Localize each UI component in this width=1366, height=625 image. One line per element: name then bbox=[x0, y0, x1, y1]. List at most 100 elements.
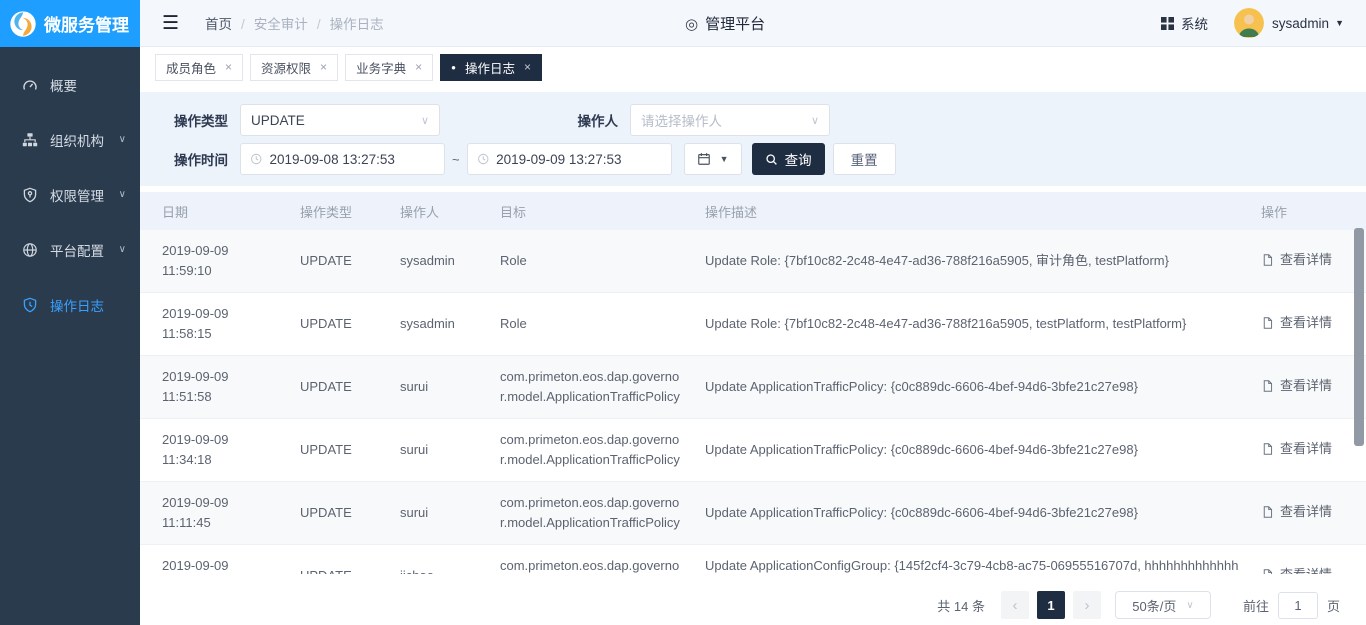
calendar-icon bbox=[697, 152, 711, 166]
document-icon bbox=[1261, 505, 1274, 519]
log-table-header: 日期 操作类型 操作人 目标 操作描述 操作 bbox=[140, 192, 1366, 230]
calendar-button[interactable]: ▼ bbox=[684, 143, 742, 175]
cell-operation-type: UPDATE bbox=[290, 545, 390, 575]
breadcrumb-security-audit[interactable]: 安全审计 bbox=[232, 13, 308, 33]
view-detail-link[interactable]: 查看详情 bbox=[1261, 250, 1332, 270]
view-detail-label: 查看详情 bbox=[1280, 250, 1332, 270]
search-button[interactable]: 查询 bbox=[752, 143, 825, 175]
operator-select[interactable]: 请选择操作人 ∨ bbox=[630, 104, 830, 136]
cell-operator: surui bbox=[390, 482, 490, 545]
logo-swirl-icon bbox=[9, 10, 37, 38]
log-table: 日期 操作类型 操作人 目标 操作描述 操作 2019-09-09 11:59:… bbox=[140, 192, 1366, 574]
col-operator: 操作人 bbox=[390, 192, 490, 230]
col-target: 目标 bbox=[490, 192, 695, 230]
system-label: 系统 bbox=[1181, 13, 1208, 33]
sidebar-item-label: 组织机构 bbox=[50, 130, 104, 150]
goto-page-group: 前往 页 bbox=[1243, 592, 1340, 619]
time-to-input[interactable] bbox=[496, 152, 661, 167]
time-from-input[interactable] bbox=[270, 152, 435, 167]
eye-icon: ◎ bbox=[685, 15, 698, 33]
scrollbar-track[interactable] bbox=[1354, 228, 1364, 574]
breadcrumb-home[interactable]: 首页 bbox=[205, 13, 232, 33]
sidebar-item-permissions[interactable]: 权限管理 ∨ bbox=[0, 167, 140, 222]
cell-target: com.primeton.eos.dap.governor.model.Appl… bbox=[490, 356, 695, 419]
platform-title: ◎ 管理平台 bbox=[685, 0, 765, 47]
operation-type-select[interactable]: UPDATE ∨ bbox=[240, 104, 440, 136]
tab-label: 业务字典 bbox=[356, 58, 406, 77]
cell-date: 2019-09-09 11:59:10 bbox=[140, 230, 290, 293]
tab-label: 成员角色 bbox=[166, 58, 216, 77]
view-detail-link[interactable]: 查看详情 bbox=[1261, 376, 1332, 396]
page-size-value: 50条/页 bbox=[1132, 596, 1176, 615]
sidebar-nav: 概要 组织机构 ∨ 权限管理 ∨ 平台配置 ∨ bbox=[0, 47, 140, 332]
breadcrumb-operation-log[interactable]: 操作日志 bbox=[308, 13, 384, 33]
topbar-right: 系统 sysadmin ▼ bbox=[1161, 8, 1344, 38]
time-to-wrapper bbox=[467, 143, 672, 175]
table-row: 2019-09-09 11:06:01 UPDATE jichao com.pr… bbox=[140, 545, 1366, 575]
sidebar-item-organization[interactable]: 组织机构 ∨ bbox=[0, 112, 140, 167]
sidebar-item-label: 权限管理 bbox=[50, 185, 104, 205]
org-chart-icon bbox=[22, 132, 38, 148]
page-size-select[interactable]: 50条/页 ∨ bbox=[1115, 591, 1211, 619]
sidebar-item-label: 操作日志 bbox=[50, 295, 104, 315]
chevron-down-icon: ∨ bbox=[119, 134, 126, 145]
tab-member-role[interactable]: 成员角色 × bbox=[155, 54, 243, 81]
operation-type-label: 操作类型 bbox=[140, 110, 240, 130]
close-icon[interactable]: × bbox=[225, 60, 232, 74]
goto-page-input[interactable] bbox=[1278, 592, 1318, 619]
current-page-button[interactable]: 1 bbox=[1037, 591, 1065, 619]
cell-target: Role bbox=[490, 293, 695, 356]
prev-page-button[interactable]: ‹ bbox=[1001, 591, 1029, 619]
close-icon[interactable]: × bbox=[524, 60, 531, 74]
system-menu[interactable]: 系统 bbox=[1161, 13, 1208, 33]
tab-business-dictionary[interactable]: 业务字典 × bbox=[345, 54, 433, 81]
globe-icon bbox=[22, 242, 38, 258]
sidebar-item-label: 平台配置 bbox=[50, 240, 104, 260]
cell-date: 2019-09-09 11:34:18 bbox=[140, 419, 290, 482]
cell-operator: sysadmin bbox=[390, 230, 490, 293]
avatar[interactable] bbox=[1234, 8, 1264, 38]
log-table-body: 2019-09-09 11:59:10 UPDATE sysadmin Role… bbox=[140, 230, 1366, 574]
app-window: 微服务管理 概要 组织机构 ∨ 权限管理 ∨ bbox=[0, 0, 1366, 625]
log-table-viewport: 日期 操作类型 操作人 目标 操作描述 操作 2019-09-09 11:59:… bbox=[140, 192, 1366, 574]
next-page-button[interactable]: › bbox=[1073, 591, 1101, 619]
reset-button[interactable]: 重置 bbox=[833, 143, 896, 175]
cell-target: com.primeton.eos.dap.governor.model.Appl… bbox=[490, 545, 695, 575]
gauge-icon bbox=[22, 77, 38, 93]
table-row: 2019-09-09 11:34:18 UPDATE surui com.pri… bbox=[140, 419, 1366, 482]
filter-row-1: 操作类型 UPDATE ∨ 操作人 请选择操作人 ∨ bbox=[140, 104, 1366, 136]
cell-description: Update ApplicationTrafficPolicy: {c0c889… bbox=[695, 356, 1251, 419]
clock-icon bbox=[250, 152, 263, 166]
chevron-down-icon: ∨ bbox=[421, 114, 429, 127]
close-icon[interactable]: × bbox=[320, 60, 327, 74]
operation-time-label: 操作时间 bbox=[140, 149, 240, 169]
cell-operation-type: UPDATE bbox=[290, 230, 390, 293]
scrollbar-thumb[interactable] bbox=[1354, 228, 1364, 446]
close-icon[interactable]: × bbox=[415, 60, 422, 74]
document-icon bbox=[1261, 568, 1274, 575]
chevron-down-icon: ∨ bbox=[1186, 600, 1193, 611]
view-detail-link[interactable]: 查看详情 bbox=[1261, 502, 1332, 522]
tab-resource-permission[interactable]: 资源权限 × bbox=[250, 54, 338, 81]
sidebar-item-platform-config[interactable]: 平台配置 ∨ bbox=[0, 222, 140, 277]
document-icon bbox=[1261, 379, 1274, 393]
view-detail-link[interactable]: 查看详情 bbox=[1261, 565, 1332, 575]
chevron-down-icon: ∨ bbox=[811, 114, 819, 127]
view-detail-link[interactable]: 查看详情 bbox=[1261, 439, 1332, 459]
tab-operation-log[interactable]: ● 操作日志 × bbox=[440, 54, 542, 81]
cell-operation-type: UPDATE bbox=[290, 293, 390, 356]
view-detail-label: 查看详情 bbox=[1280, 565, 1332, 575]
pagination: 共 14 条 ‹ 1 › 50条/页 ∨ 前往 页 bbox=[140, 574, 1366, 619]
active-dot-icon: ● bbox=[451, 63, 456, 72]
table-row: 2019-09-09 11:59:10 UPDATE sysadmin Role… bbox=[140, 230, 1366, 293]
cell-description: Update ApplicationConfigGroup: {145f2cf4… bbox=[695, 545, 1251, 575]
table-row: 2019-09-09 11:11:45 UPDATE surui com.pri… bbox=[140, 482, 1366, 545]
user-caret-down-icon[interactable]: ▼ bbox=[1335, 18, 1344, 28]
hamburger-menu-icon[interactable]: ☰ bbox=[162, 14, 179, 33]
view-detail-link[interactable]: 查看详情 bbox=[1261, 313, 1332, 333]
username[interactable]: sysadmin bbox=[1272, 16, 1329, 31]
sidebar-item-operation-log[interactable]: 操作日志 bbox=[0, 277, 140, 332]
cell-operation-type: UPDATE bbox=[290, 419, 390, 482]
sidebar-item-overview[interactable]: 概要 bbox=[0, 57, 140, 112]
cell-description: Update ApplicationTrafficPolicy: {c0c889… bbox=[695, 419, 1251, 482]
